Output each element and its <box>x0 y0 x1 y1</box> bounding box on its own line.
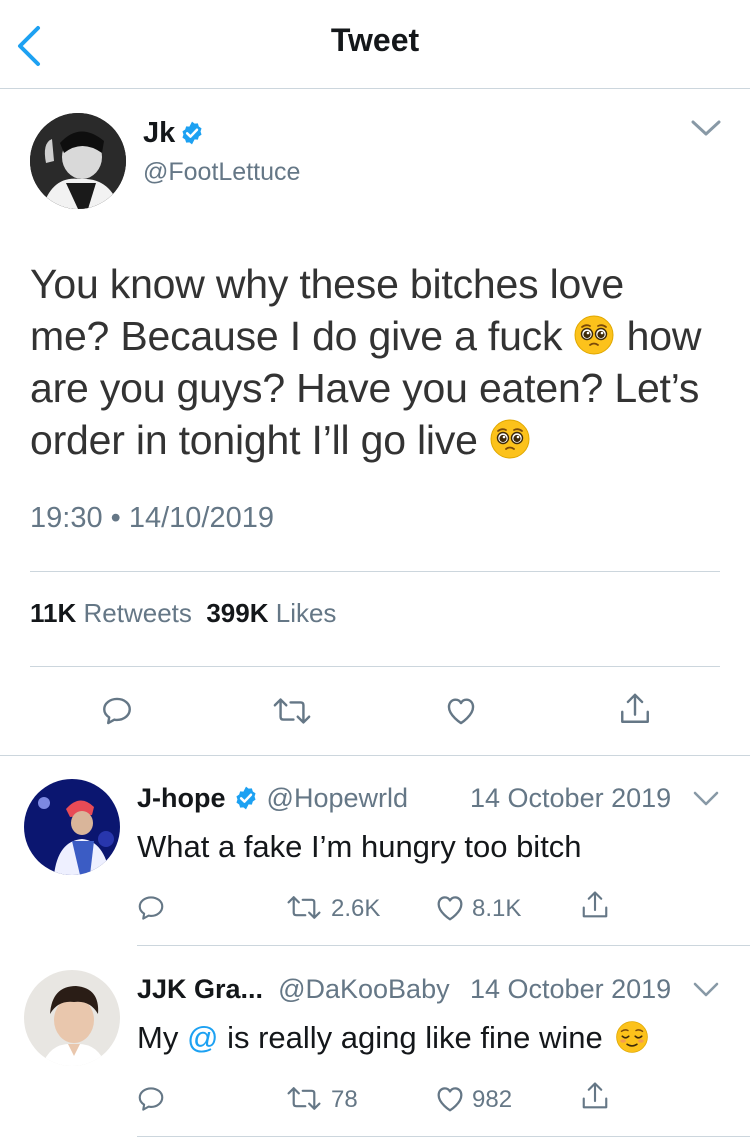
reply-author-name[interactable]: J-hope <box>137 783 226 813</box>
chevron-down-icon[interactable] <box>692 790 720 808</box>
reply-divider <box>137 1136 750 1137</box>
reply-text: My @ is really aging like fine wine <box>137 1020 649 1056</box>
tweet-text-line: You know why these bitches love <box>30 261 624 307</box>
relieved-face-emoji-icon <box>615 1020 649 1054</box>
mention-link[interactable]: @ <box>187 1020 218 1055</box>
retweet-count: 78 <box>331 1086 358 1113</box>
likes-label: Likes <box>275 598 337 628</box>
reply-date: 14 October 2019 <box>470 974 672 1004</box>
tweet-time: 19:30 <box>30 502 103 534</box>
retweet-icon <box>287 1087 321 1110</box>
reply-button[interactable] <box>136 1084 166 1114</box>
retweet-button[interactable] <box>286 1085 322 1112</box>
reply-header: J-hope @Hopewrld <box>137 783 408 814</box>
share-button[interactable] <box>618 690 652 728</box>
tweet-timestamp: 19:30 • 14/10/2019 <box>30 502 274 535</box>
share-icon <box>582 891 608 918</box>
reply-button[interactable] <box>100 694 134 728</box>
author-handle[interactable]: @FootLettuce <box>143 158 300 187</box>
like-button[interactable] <box>444 694 478 728</box>
nav-divider <box>0 88 750 89</box>
heart-icon <box>437 1087 463 1112</box>
tweet-date: 14/10/2019 <box>128 502 275 534</box>
stats-bottom-divider <box>30 666 720 667</box>
author-name[interactable]: Jk <box>143 117 175 150</box>
pleading-face-emoji-icon <box>573 314 615 356</box>
reply-text-part: is really aging like fine wine <box>227 1020 603 1055</box>
reply-author-handle[interactable]: @DaKooBaby <box>278 974 450 1004</box>
chevron-down-icon[interactable] <box>692 981 720 999</box>
stats-top-divider <box>30 571 720 572</box>
retweet-icon <box>273 698 311 724</box>
avatar[interactable] <box>24 970 120 1066</box>
tweet-text-line: are you guys? Have you eaten? Let’s <box>30 365 700 411</box>
avatar[interactable] <box>24 779 120 875</box>
share-button[interactable] <box>580 1079 610 1113</box>
tweet-stats: 11K Retweets 399K Likes <box>30 598 336 629</box>
reply-text: What a fake I’m hungry too bitch <box>137 829 582 864</box>
share-icon <box>582 1082 608 1109</box>
like-button[interactable] <box>434 1083 466 1115</box>
retweets-count: 11K <box>30 598 77 628</box>
tweet-text-line: me? Because I do give a fuck <box>30 313 563 359</box>
pleading-face-emoji-icon <box>489 418 531 460</box>
reply-icon <box>103 697 131 725</box>
reply-text-part: My <box>137 1020 179 1055</box>
chevron-down-icon[interactable] <box>690 118 722 138</box>
likes-count: 399K <box>206 598 269 628</box>
share-icon <box>621 693 649 723</box>
avatar[interactable] <box>30 113 126 209</box>
retweet-button[interactable] <box>272 696 312 726</box>
reply-icon <box>138 1087 164 1111</box>
like-count: 982 <box>472 1086 513 1113</box>
retweet-count: 2.6K <box>331 895 381 922</box>
tweet-text-line: how <box>626 313 702 359</box>
heart-icon <box>437 896 463 921</box>
share-button[interactable] <box>580 888 610 922</box>
retweet-button[interactable] <box>286 894 322 921</box>
verified-badge-icon <box>179 120 205 146</box>
likes-link[interactable]: 399K Likes <box>206 598 336 628</box>
retweet-icon <box>287 896 321 919</box>
reply-divider <box>137 945 750 946</box>
like-button[interactable] <box>434 892 466 924</box>
retweets-link[interactable]: 11K Retweets <box>30 598 192 628</box>
reply-author-name[interactable]: JJK Gra... <box>137 974 263 1004</box>
timestamp-separator: • <box>110 502 121 534</box>
reply-button[interactable] <box>136 893 166 923</box>
reply-header: JJK Gra... @DaKooBaby <box>137 974 450 1005</box>
like-count: 8.1K <box>472 895 522 922</box>
reply-date: 14 October 2019 <box>470 783 672 813</box>
page-title: Tweet <box>330 22 420 58</box>
tweet-text: You know why these bitches love me? Beca… <box>30 258 730 466</box>
reply-author-handle[interactable]: @Hopewrld <box>267 783 408 813</box>
replies-divider <box>0 755 750 756</box>
reply-icon <box>138 896 164 920</box>
tweet-text-line: order in tonight I’ll go live <box>30 417 478 463</box>
verified-badge-icon <box>233 785 259 811</box>
retweets-label: Retweets <box>83 598 192 628</box>
heart-icon <box>447 698 475 725</box>
